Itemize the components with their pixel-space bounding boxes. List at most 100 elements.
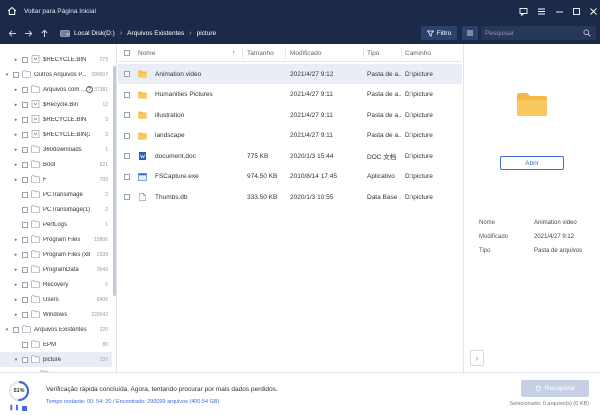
row-checkbox[interactable] — [124, 173, 130, 180]
file-row[interactable]: FSCapture.exe 974.50 KB 2010/8/14 17:45 Apl… — [118, 167, 462, 187]
caret-right-icon[interactable]: ▸ — [13, 252, 19, 258]
caret-right-icon[interactable]: ▸ — [13, 177, 19, 183]
tree-item-recycle-bin-2[interactable]: ▸ $Recycle.Bin 12 — [0, 97, 112, 112]
tree-checkbox[interactable] — [22, 236, 28, 243]
tree-checkbox[interactable] — [22, 116, 28, 123]
tree-checkbox[interactable] — [22, 191, 28, 198]
caret-down-icon[interactable]: ▾ — [4, 327, 10, 333]
column-size-header[interactable]: Tamanho — [247, 44, 274, 62]
tree-checkbox[interactable] — [22, 146, 28, 153]
menu-icon[interactable] — [534, 0, 548, 22]
caret-right-icon[interactable]: ▸ — [13, 162, 19, 168]
row-checkbox[interactable] — [124, 132, 130, 139]
close-icon[interactable] — [586, 0, 600, 22]
breadcrumb-item-existing[interactable]: Arquivos Existentes — [127, 30, 184, 37]
tree-item-boot[interactable]: ▸ Boot 621 — [0, 157, 112, 172]
caret-right-icon[interactable]: ▸ — [13, 237, 19, 243]
row-checkbox[interactable] — [124, 71, 130, 77]
caret-right-icon[interactable]: ▸ — [13, 57, 19, 63]
tree-checkbox[interactable] — [22, 296, 28, 303]
feedback-icon[interactable] — [516, 0, 530, 22]
column-type-header[interactable]: Tipo — [367, 44, 379, 62]
file-row[interactable]: Animation video 2021/4/27 9:12 Pasta de a.… — [118, 64, 462, 84]
pause-icon[interactable]: ❚❚ — [9, 405, 20, 411]
file-row[interactable]: landscape 2021/4/27 9:11 Pasta de a... D:\p… — [118, 126, 462, 146]
tree-checkbox[interactable] — [22, 341, 28, 348]
stop-icon[interactable] — [22, 406, 27, 411]
tree-checkbox[interactable] — [22, 206, 28, 213]
caret-down-icon[interactable]: ▾ — [13, 357, 19, 363]
tree-item-picture[interactable]: ▾ picture 137 — [0, 352, 112, 367]
tree-item-f[interactable]: ▸ F 709 — [0, 172, 112, 187]
recover-button[interactable]: Recuperar — [521, 380, 589, 397]
search-input[interactable] — [481, 29, 577, 37]
minimize-icon[interactable] — [552, 0, 566, 22]
filter-button[interactable]: Filtro — [421, 26, 457, 40]
tree-checkbox[interactable] — [22, 311, 28, 318]
tree-item-files-with-name[interactable]: ▸ Arquivos com ...? 37381 — [0, 82, 112, 97]
tree-item-windows[interactable]: ▸ Windows 220042 — [0, 307, 112, 322]
tree-checkbox[interactable] — [22, 131, 28, 138]
tree-checkbox[interactable] — [22, 161, 28, 168]
tree-item-existing-files[interactable]: ▾ Arquivos Existentes 220 — [0, 322, 112, 337]
caret-right-icon[interactable]: ▸ — [13, 267, 19, 273]
help-icon[interactable]: ? — [86, 86, 93, 93]
breadcrumb-item-picture[interactable]: picture — [197, 30, 217, 37]
file-row[interactable]: document.doc 775 KB 2020/1/3 15:44 DOC 文档 D:… — [118, 146, 462, 166]
tree-scrollbar[interactable] — [113, 66, 116, 296]
tree-item-recycle-bin-3[interactable]: ▸ $RECYCLE.BIN 3 — [0, 112, 112, 127]
tree-item-program-files-x86[interactable]: ▸ Program Files (x86) 2339 — [0, 247, 112, 262]
file-row[interactable]: Thumbs.db 333.50 KB 2020/1/3 10:55 Data Bas… — [118, 187, 462, 207]
maximize-icon[interactable] — [569, 0, 583, 22]
home-icon[interactable] — [6, 5, 18, 17]
caret-down-icon[interactable]: ▾ — [4, 72, 10, 78]
tree-item-recycle-bin[interactable]: ▸ $RECYCLE.BIN 273 — [0, 52, 112, 67]
back-to-home-link[interactable]: Voltar para Página Inicial — [24, 8, 96, 15]
file-row[interactable]: illustration 2021/4/27 9:11 Pasta de a... D… — [118, 105, 462, 125]
tree-item-users[interactable]: ▸ Users 8406 — [0, 292, 112, 307]
column-modified-header[interactable]: Modificado — [290, 44, 321, 62]
tree-checkbox[interactable] — [22, 86, 28, 93]
tree-checkbox[interactable] — [22, 176, 28, 183]
tree-item-perflogs[interactable]: PerfLogs 1 — [0, 217, 112, 232]
tree-checkbox[interactable] — [22, 101, 28, 108]
row-checkbox[interactable] — [124, 112, 130, 118]
tree-checkbox[interactable] — [13, 71, 19, 78]
tree-checkbox[interactable] — [22, 281, 28, 288]
caret-right-icon[interactable]: ▸ — [13, 282, 19, 288]
caret-right-icon[interactable]: ▸ — [13, 312, 19, 318]
tree-checkbox[interactable] — [22, 356, 28, 363]
column-path-header[interactable]: Caminho — [405, 44, 431, 62]
tree-item-programdata[interactable]: ▸ ProgramData 3649 — [0, 262, 112, 277]
tree-item-360downloads[interactable]: ▸ 360downloads 1 — [0, 142, 112, 157]
select-all-checkbox[interactable] — [124, 50, 130, 56]
tree-checkbox[interactable] — [22, 221, 28, 228]
breadcrumb-item-drive[interactable]: Local Disk(D:) — [74, 30, 115, 37]
column-name-header[interactable]: Nome — [138, 44, 155, 62]
tree-checkbox[interactable] — [22, 56, 28, 63]
tree-item-pctransimage-1[interactable]: PCTransimage(1) 2 — [0, 202, 112, 217]
row-checkbox[interactable] — [124, 194, 130, 200]
caret-right-icon[interactable]: ▸ — [13, 132, 19, 138]
tree-item-recycle-bin-4[interactable]: ▸ $RECYCLE.BIN(2) 3 — [0, 127, 112, 142]
open-button[interactable]: Abrir — [500, 156, 564, 170]
tree-checkbox[interactable] — [22, 251, 28, 258]
caret-right-icon[interactable]: ▸ — [13, 117, 19, 123]
row-checkbox[interactable] — [124, 91, 130, 98]
tree-item-other-files[interactable]: ▾ Outros Arquivos P... 299007 — [0, 67, 112, 82]
sort-ascending-icon[interactable]: ↑ — [232, 44, 236, 62]
search-icon[interactable] — [583, 29, 591, 37]
tree-item-program-files[interactable]: ▸ Program Files 15806 — [0, 232, 112, 247]
tree-item-pctransimage[interactable]: PCTransimage 2 — [0, 187, 112, 202]
tree-item-epm[interactable]: EPM 80 — [0, 337, 112, 352]
view-toggle-button[interactable] — [462, 26, 478, 40]
tree-checkbox[interactable] — [13, 326, 19, 333]
column-divider[interactable] — [285, 47, 286, 59]
caret-right-icon[interactable]: ▸ — [13, 87, 19, 93]
caret-right-icon[interactable]: ▸ — [13, 297, 19, 303]
forward-arrow-icon[interactable] — [22, 26, 34, 40]
caret-right-icon[interactable]: ▸ — [13, 147, 19, 153]
column-divider[interactable] — [363, 47, 364, 59]
back-arrow-icon[interactable] — [6, 26, 18, 40]
up-arrow-icon[interactable] — [38, 26, 50, 40]
